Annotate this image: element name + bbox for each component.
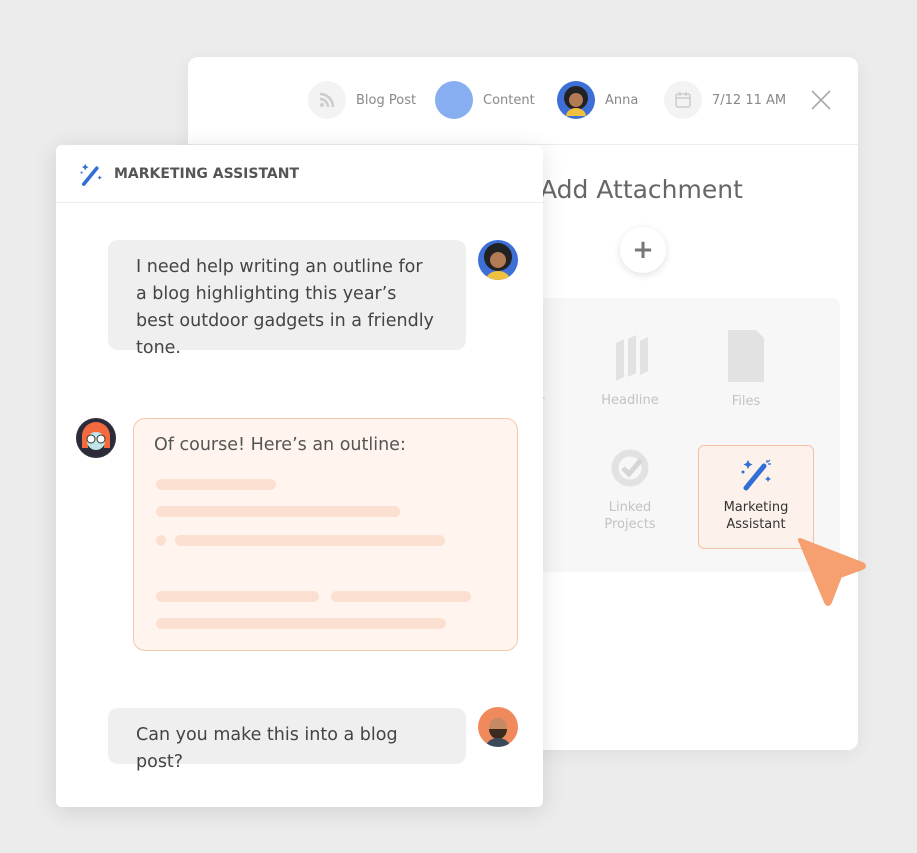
chip-label: Blog Post	[356, 92, 417, 108]
content-color-dot	[435, 81, 473, 119]
linked-projects-icon	[611, 449, 649, 487]
rss-icon	[308, 81, 346, 119]
outline-placeholder	[331, 591, 471, 602]
chip-due-date[interactable]: 7/12 11 AM	[664, 81, 786, 119]
item-label: Files	[731, 394, 761, 409]
avatar	[557, 81, 595, 119]
assistant-message: Of course! Here’s an outline:	[133, 418, 518, 651]
attachment-item-files[interactable]: Files	[688, 330, 804, 410]
close-icon[interactable]	[810, 89, 832, 115]
chip-blog-post[interactable]: Blog Post	[308, 81, 416, 119]
chip-label: Content	[483, 92, 535, 108]
user-message: Can you make this into a blog post?	[108, 708, 466, 772]
user-message: I need help writing an outline for a blo…	[108, 240, 466, 358]
chip-label: Anna	[605, 92, 639, 108]
headline-icon	[616, 335, 648, 381]
attachment-title: Add Attachment	[540, 175, 743, 204]
calendar-icon	[664, 81, 702, 119]
chip-assignee[interactable]: Anna	[557, 81, 638, 119]
magic-wand-icon	[741, 459, 771, 491]
add-attachment-button[interactable]: +	[620, 227, 666, 273]
marketing-assistant-panel: MARKETING ASSISTANT I need help writing …	[56, 145, 543, 807]
chip-label: 7/12 11 AM	[712, 92, 787, 108]
outline-placeholder	[175, 535, 445, 546]
outline-placeholder	[156, 479, 276, 490]
avatar	[478, 707, 518, 747]
outline-placeholder	[156, 506, 400, 517]
mouse-cursor-icon	[798, 538, 866, 606]
file-icon	[728, 330, 764, 382]
item-label: Headline	[601, 393, 659, 408]
magic-wand-icon	[80, 163, 102, 186]
outline-placeholder	[156, 618, 446, 629]
card-header: Blog Post Content Anna 7/12 11 AM	[188, 57, 858, 145]
outline-placeholder	[156, 591, 319, 602]
avatar	[478, 240, 518, 280]
chip-content[interactable]: Content	[435, 81, 535, 119]
chat-header: MARKETING ASSISTANT	[56, 145, 543, 203]
item-label: Marketing Assistant	[723, 500, 789, 532]
assistant-message-text: Of course! Here’s an outline:	[154, 435, 406, 455]
chat-title: MARKETING ASSISTANT	[114, 165, 300, 182]
assistant-avatar	[76, 418, 116, 458]
outline-placeholder	[156, 535, 166, 546]
attachment-item-marketing-assistant[interactable]: Marketing Assistant	[698, 445, 814, 549]
attachment-item-headline[interactable]: Headline	[572, 333, 688, 409]
item-label: Linked Projects	[604, 500, 656, 532]
attachment-item-linked-projects[interactable]: Linked Projects	[572, 448, 688, 533]
